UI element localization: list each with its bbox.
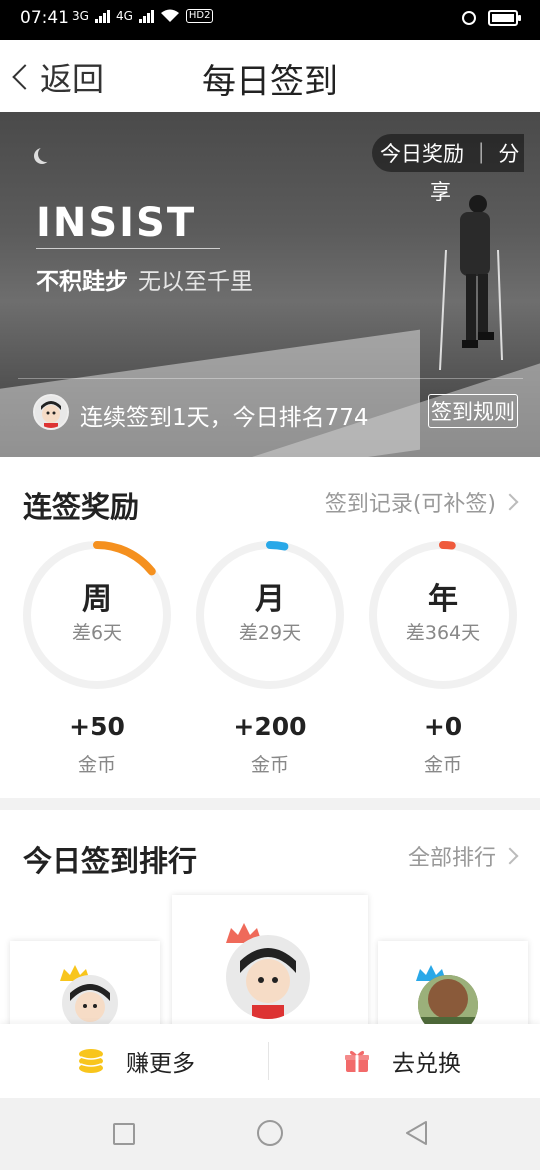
streak-rank-text: 连续签到1天，今日排名774 xyxy=(80,405,369,431)
motto-bold: 不积跬步 xyxy=(36,269,128,295)
earn-more-label: 赚更多 xyxy=(126,1051,195,1077)
checkin-rules-button[interactable]: 签到规则 xyxy=(428,394,518,428)
avatar-face-icon xyxy=(70,984,110,1022)
moon-icon xyxy=(38,146,54,162)
action-divider xyxy=(268,1042,269,1080)
redeem-button[interactable]: 去兑换 xyxy=(344,1024,461,1098)
home-icon[interactable] xyxy=(257,1120,283,1146)
reward-year-unit: 金币 xyxy=(423,754,462,776)
reward-month-label: 月 xyxy=(255,582,285,617)
battery-icon xyxy=(488,10,521,26)
reward-month-amount: +200 xyxy=(233,712,307,741)
hd-badge: HD2 xyxy=(185,9,214,23)
earn-more-button[interactable]: 赚更多 xyxy=(78,1024,195,1098)
bottom-action-bar: 赚更多 去兑换 xyxy=(0,1024,540,1098)
status-time: 07:41 xyxy=(20,8,69,28)
back-triangle-icon[interactable] xyxy=(404,1120,428,1146)
reward-week-label: 周 xyxy=(82,582,112,617)
signal-1-icon xyxy=(94,9,110,23)
ranking-podium xyxy=(0,895,540,1041)
checkin-banner: 今日奖励 ｜ 分 享 INSIST 不积跬步 无以至千里 连续签到1天，今日排名7… xyxy=(0,112,540,457)
reward-tag-label: 今日奖励 ｜ 分 xyxy=(380,142,520,166)
reward-year-label: 年 xyxy=(428,582,458,617)
page-title: 每日签到 xyxy=(202,62,338,102)
avatar-face-icon xyxy=(35,396,67,428)
system-nav-bar xyxy=(0,1098,540,1170)
status-bar: 07:41 3G 4G HD2 xyxy=(0,0,540,40)
coin-stack-icon xyxy=(79,1049,103,1073)
banner-divider xyxy=(18,378,523,379)
network-3g-label: 3G xyxy=(72,9,89,23)
wifi-icon xyxy=(160,9,179,22)
user-avatar[interactable] xyxy=(33,394,69,430)
rewards-header: 连签奖励 签到记录(可补签) xyxy=(0,478,540,538)
network-4g-label: 4G xyxy=(115,9,133,23)
rank-first-avatar xyxy=(226,935,310,1019)
gift-icon xyxy=(345,1050,369,1072)
reward-year-remaining: 差364天 xyxy=(405,622,481,644)
rewards-title: 连签奖励 xyxy=(23,490,140,524)
reward-week: 周 差6天 +50 金币 xyxy=(22,540,172,790)
section-gap xyxy=(0,798,540,810)
reward-week-remaining: 差6天 xyxy=(71,622,123,644)
reward-month-unit: 金币 xyxy=(250,754,289,776)
signal-indicators: 3G 4G HD2 xyxy=(72,9,214,23)
streak-reward-rings: 周 差6天 +50 金币 月 差29天 +200 金币 年 差364天 +0 金… xyxy=(0,540,540,790)
headline-underline xyxy=(36,248,220,249)
ranking-title: 今日签到排行 xyxy=(23,844,198,878)
ranking-header: 今日签到排行 全部排行 xyxy=(0,832,540,892)
checkin-records-label: 签到记录(可补签) xyxy=(324,492,496,517)
signal-2-icon xyxy=(138,9,154,23)
banner-motto: 不积跬步 无以至千里 xyxy=(36,262,253,296)
hiker-illustration xyxy=(439,195,503,371)
reward-tag-label-wrap: 享 xyxy=(430,180,451,204)
avatar-face-icon xyxy=(240,948,296,1019)
reward-week-unit: 金币 xyxy=(77,754,116,776)
nav-bar: 返回 每日签到 xyxy=(0,40,540,112)
checkin-records-link[interactable]: 签到记录(可补签) xyxy=(324,486,519,518)
all-ranking-link[interactable]: 全部排行 xyxy=(407,840,519,872)
all-ranking-label: 全部排行 xyxy=(407,846,496,871)
chevron-right-icon xyxy=(501,493,519,511)
reward-week-amount: +50 xyxy=(69,712,125,741)
reward-year-amount: +0 xyxy=(423,712,463,741)
today-reward-share-button[interactable]: 今日奖励 ｜ 分 享 xyxy=(372,134,530,210)
recent-apps-icon[interactable] xyxy=(113,1123,135,1145)
reward-month-remaining: 差29天 xyxy=(238,622,302,644)
reward-month: 月 差29天 +200 金币 xyxy=(195,540,345,790)
chevron-right-icon xyxy=(501,847,519,865)
rank-second-avatar xyxy=(62,975,118,1031)
banner-headline: INSIST xyxy=(36,200,197,246)
reward-year: 年 差364天 +0 金币 xyxy=(368,540,518,790)
rotation-lock-icon xyxy=(462,11,476,25)
redeem-label: 去兑换 xyxy=(392,1051,461,1077)
rank-card-first[interactable] xyxy=(172,895,368,1035)
motto-light: 无以至千里 xyxy=(138,269,253,295)
